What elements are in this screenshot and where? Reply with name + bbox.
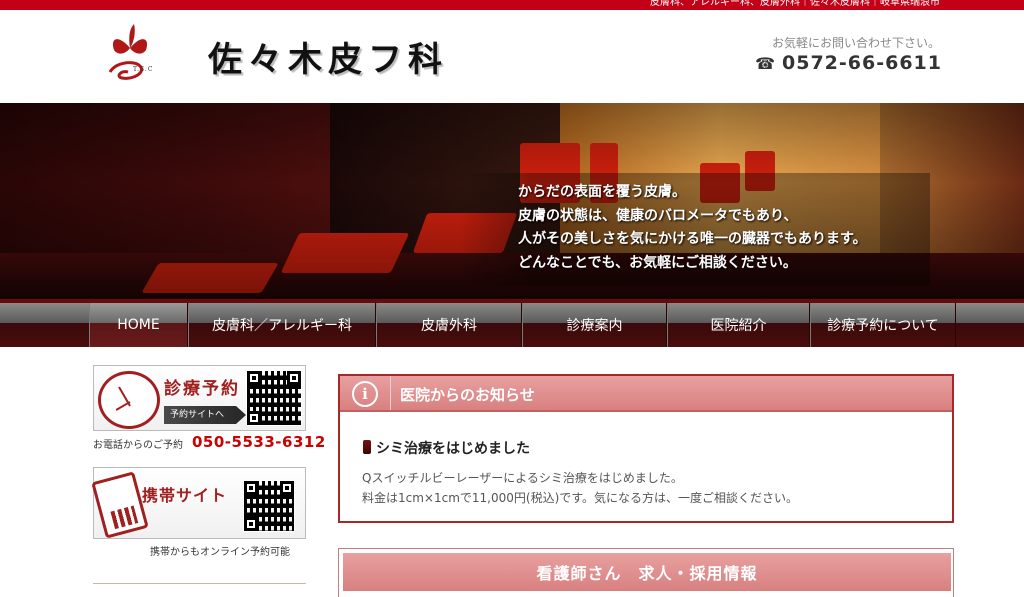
qr-code-icon: [246, 370, 302, 426]
nav-item-skin-surgery[interactable]: 皮膚外科: [376, 303, 522, 347]
nav-item-label: 皮膚外科: [421, 318, 477, 334]
news-item-line: Qスイッチルビーレーザーによるシミ治療をはじめました。: [362, 471, 683, 485]
site-title[interactable]: 佐々木皮フ科: [208, 32, 448, 81]
phone-icon: ☎: [755, 54, 777, 73]
hero-message: からだの表面を覆う皮膚。 皮膚の状態は、健康のバロメータでもあり、 人がその美し…: [518, 181, 867, 275]
nav-item-dermatology-allergy[interactable]: 皮膚科／アレルギー科: [188, 303, 376, 347]
hero-line: どんなことでも、お気軽にご相談ください。: [518, 254, 797, 271]
header-phone-number: 0572-66-6611: [782, 52, 942, 74]
nav-item-label: HOME: [117, 317, 160, 333]
hero-line: 人がその美しさを気にかける唯一の臓器でもあります。: [518, 231, 867, 247]
qr-code-icon: [243, 480, 295, 532]
hero-line: からだの表面を覆う皮膚。: [518, 184, 686, 200]
qr-finder: [247, 371, 261, 385]
logo-small-text: T.S.C: [133, 66, 154, 73]
top-strip-text: 皮膚科、アレルギー科、皮膚外科｜佐々木皮膚科｜岐阜県瑞浪市: [650, 0, 940, 8]
news-item-text: Qスイッチルビーレーザーによるシミ治療をはじめました。 料金は1cm×1cmで1…: [362, 468, 798, 508]
news-item-line: 料金は1cm×1cmで11,000円(税込)です。気になる方は、一度ご相談くださ…: [362, 491, 799, 505]
site-header: T.S.C 佐々木皮フ科 お気軽にお問い合わせ下さい。 ☎ 0572-66-661…: [0, 10, 1024, 103]
clock-icon: [98, 371, 160, 429]
header-separator: [390, 376, 391, 410]
news-title: 医院からのお知らせ: [400, 386, 535, 404]
nav-item-home[interactable]: HOME: [89, 303, 188, 347]
info-icon: i: [352, 381, 378, 407]
bullet-icon: [363, 440, 371, 454]
hero-line: 皮膚の状態は、健康のバロメータでもあり、: [518, 207, 798, 224]
qr-finder: [244, 517, 258, 531]
contact-note: お気軽にお問い合わせ下さい。: [771, 36, 940, 50]
logo-icon[interactable]: [100, 22, 160, 84]
header-phone[interactable]: ☎ 0572-66-6611: [755, 52, 942, 74]
qr-finder: [287, 371, 301, 385]
news-item-title[interactable]: シミ治療をはじめました: [376, 438, 530, 458]
recruit-header[interactable]: 看護師さん 求人・採用情報: [343, 553, 951, 591]
mobile-note: 携帯からもオンライン予約可能: [150, 547, 290, 558]
nav-item-about-clinic[interactable]: 医院紹介: [667, 303, 810, 347]
phone-keys: [110, 505, 139, 530]
reservation-banner-title: 診療予約: [164, 379, 240, 399]
news-header: i 医院からのお知らせ: [340, 376, 952, 412]
reservation-phone[interactable]: 050-5533-6312: [192, 433, 326, 451]
nav-item-label: 診療予約について: [827, 318, 939, 334]
nav-item-label: 診療案内: [566, 318, 623, 334]
sidebar-divider: [93, 583, 306, 584]
nav-item-reservation-info[interactable]: 診療予約について: [810, 303, 956, 347]
qr-finder: [280, 481, 294, 495]
nav-item-label: 皮膚科／アレルギー科: [212, 318, 352, 334]
qr-finder: [247, 411, 261, 425]
reservation-phone-label: お電話からのご予約: [93, 440, 183, 451]
news-box: i 医院からのお知らせ シミ治療をはじめました Qスイッチルビーレーザーによるシ…: [338, 374, 954, 523]
hero-banner: からだの表面を覆う皮膚。 皮膚の状態は、健康のバロメータでもあり、 人がその美し…: [0, 103, 1024, 303]
nav-item-label: 医院紹介: [710, 318, 767, 334]
nav-item-clinic-guide[interactable]: 診療案内: [522, 303, 667, 347]
reservation-banner[interactable]: 診療予約 予約サイトへ: [93, 365, 306, 431]
recruit-box: 看護師さん 求人・採用情報: [338, 548, 954, 597]
reservation-site-button[interactable]: 予約サイトへ: [164, 406, 246, 424]
mobile-phone-icon: [91, 471, 149, 539]
qr-finder: [244, 481, 258, 495]
mobile-site-banner[interactable]: 携帯サイト: [91, 467, 306, 539]
mobile-banner-title: 携帯サイト: [142, 486, 228, 505]
